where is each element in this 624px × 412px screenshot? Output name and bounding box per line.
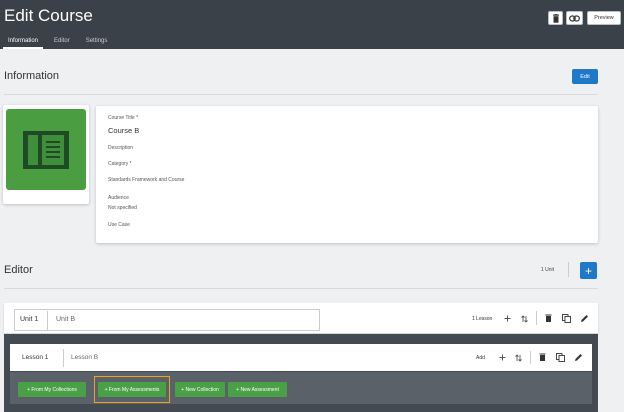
standards-label: Standards Framework and Course <box>108 177 185 183</box>
divider <box>47 311 48 330</box>
highlight-box <box>94 376 170 403</box>
plus-icon <box>499 354 506 361</box>
divider <box>4 288 598 289</box>
tab-settings[interactable]: Settings <box>78 37 116 49</box>
delete-lesson-button[interactable] <box>538 352 547 362</box>
unit-row: Unit 1 Unit B 1 Lesson <box>4 303 598 333</box>
tab-editor[interactable]: Editor <box>46 37 78 49</box>
new-assessment-button[interactable]: + New Assessment <box>228 382 287 397</box>
link-icon <box>569 14 580 22</box>
preview-button[interactable]: Preview <box>587 11 621 25</box>
divider <box>568 262 569 277</box>
unit-label: Unit 1 <box>20 316 39 323</box>
lesson-row: Lesson 1 Lesson B Add <box>10 344 592 371</box>
add-content-label[interactable]: Add <box>476 355 485 361</box>
use-case-label: Use Case <box>108 222 130 228</box>
pencil-icon <box>574 353 582 361</box>
divider <box>63 349 64 367</box>
lesson-panel: Lesson 1 Lesson B Add + From My Collecti… <box>4 334 598 412</box>
tab-bar: Information Editor Settings <box>0 37 115 49</box>
reorder-lesson-button[interactable] <box>514 353 523 362</box>
pencil-icon <box>580 314 588 322</box>
new-collection-button[interactable]: + New Collection <box>175 382 225 397</box>
copy-unit-button[interactable] <box>561 313 571 323</box>
course-title-value: Course B <box>108 126 140 135</box>
course-thumbnail[interactable] <box>6 109 86 190</box>
edit-info-button[interactable]: Edit <box>572 69 598 84</box>
lesson-label: Lesson 1 <box>22 354 49 361</box>
lesson-name[interactable]: Lesson B <box>71 354 98 361</box>
lesson-count: 1 Lesson <box>472 316 493 322</box>
lesson-content-tray: + From My Collections + From My Assessme… <box>10 372 592 404</box>
divider <box>536 311 537 325</box>
information-heading: Information <box>4 70 60 82</box>
add-content-button[interactable] <box>498 353 507 362</box>
copy-icon <box>561 313 571 323</box>
copy-link-button[interactable] <box>566 11 583 25</box>
reorder-icon <box>521 314 528 323</box>
audience-label: Audience <box>108 195 129 201</box>
top-bar: Edit Course Information Editor Settings … <box>0 0 624 49</box>
page-title: Edit Course <box>4 6 93 25</box>
unit-count: 1 Unit <box>541 267 555 273</box>
edit-lesson-button[interactable] <box>573 352 583 362</box>
reorder-unit-button[interactable] <box>520 314 529 323</box>
trash-icon <box>552 13 559 23</box>
plus-icon <box>504 315 511 322</box>
add-unit-button[interactable]: + <box>580 262 597 279</box>
editor-heading: Editor <box>4 264 33 276</box>
category-label: Category * <box>108 161 132 167</box>
divider <box>4 94 598 95</box>
trash-icon <box>539 353 546 361</box>
tab-information[interactable]: Information <box>0 37 46 49</box>
from-my-collections-button[interactable]: + From My Collections <box>18 382 86 397</box>
unit-title-field[interactable]: Unit 1 Unit B <box>14 309 320 331</box>
unit-name: Unit B <box>56 316 76 323</box>
divider <box>530 351 531 364</box>
delete-course-button[interactable] <box>548 11 563 25</box>
book-icon <box>23 130 69 169</box>
edit-unit-button[interactable] <box>579 313 589 323</box>
trash-icon <box>545 314 552 322</box>
course-info-card: Course Title * Course B Description Cate… <box>96 106 598 243</box>
copy-icon <box>555 352 565 362</box>
copy-lesson-button[interactable] <box>555 352 565 362</box>
add-lesson-button[interactable] <box>503 314 512 323</box>
audience-value: Not specified <box>108 205 137 211</box>
reorder-icon <box>515 353 522 362</box>
description-label: Description <box>108 145 134 151</box>
delete-unit-button[interactable] <box>544 313 553 323</box>
course-thumbnail-card <box>3 105 89 204</box>
course-title-label: Course Title * <box>108 115 139 121</box>
